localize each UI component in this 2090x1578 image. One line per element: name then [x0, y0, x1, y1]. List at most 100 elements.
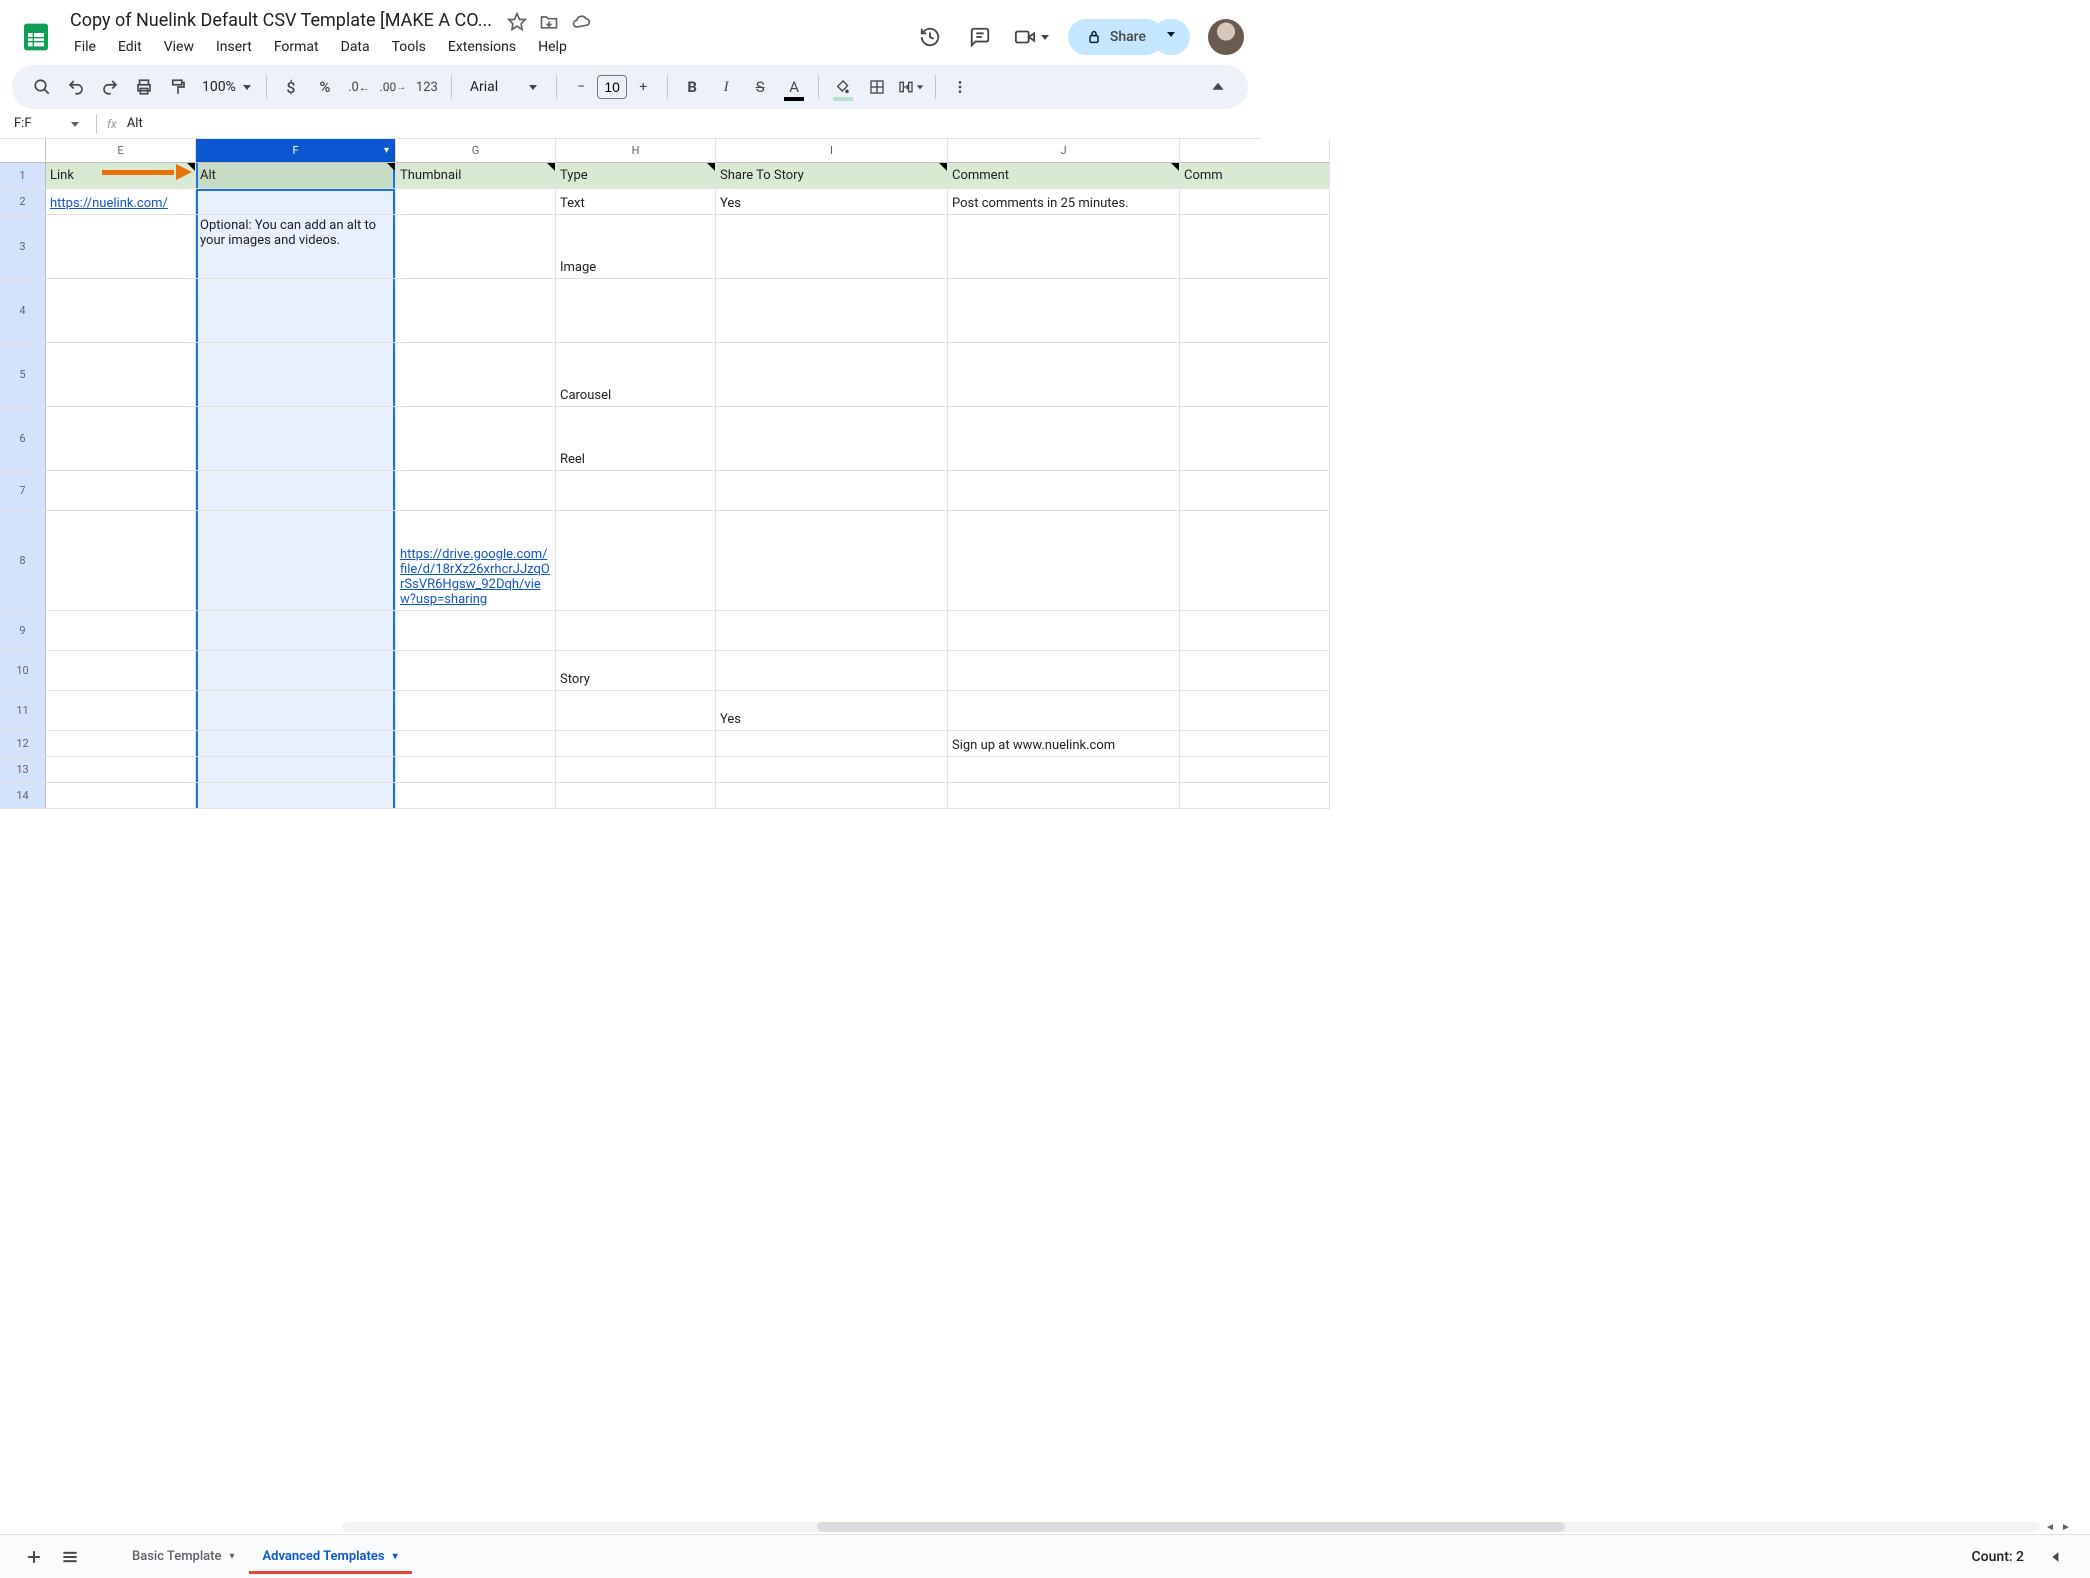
cell[interactable]: [1180, 511, 1330, 611]
column-header-G[interactable]: G: [396, 139, 556, 163]
font-size-input[interactable]: [597, 75, 627, 99]
row-header[interactable]: 2: [0, 189, 46, 215]
cell[interactable]: [948, 611, 1180, 651]
cell[interactable]: Post comments in 25 minutes.: [948, 189, 1180, 215]
row-header[interactable]: 1: [0, 163, 46, 189]
row-header[interactable]: 12: [0, 731, 46, 757]
decrease-decimal-icon[interactable]: .0←: [343, 71, 375, 103]
history-icon[interactable]: [914, 21, 946, 53]
doc-title[interactable]: Copy of Nuelink Default CSV Template [MA…: [64, 8, 498, 33]
paint-format-icon[interactable]: [162, 71, 194, 103]
menu-edit[interactable]: Edit: [108, 35, 152, 59]
cell[interactable]: [396, 731, 556, 757]
cell[interactable]: [196, 691, 396, 731]
account-avatar[interactable]: [1208, 19, 1244, 55]
column-header-partial[interactable]: [1180, 139, 1330, 163]
cell[interactable]: [948, 511, 1180, 611]
cell[interactable]: [396, 189, 556, 215]
column-header-F[interactable]: F▾: [196, 139, 396, 163]
column-header-E[interactable]: E: [46, 139, 196, 163]
decrease-font-icon[interactable]: −: [565, 71, 597, 103]
cell[interactable]: [1180, 651, 1330, 691]
cell[interactable]: Story: [556, 651, 716, 691]
cell[interactable]: https://nuelink.com/: [46, 189, 196, 215]
explore-collapse-icon[interactable]: [2038, 1539, 2074, 1575]
text-color-icon[interactable]: A: [778, 71, 810, 103]
cell[interactable]: Optional: You can add an alt to your ima…: [196, 215, 396, 279]
cell[interactable]: Comm: [1180, 163, 1330, 189]
cell[interactable]: [556, 691, 716, 731]
cell[interactable]: [46, 651, 196, 691]
print-icon[interactable]: [128, 71, 160, 103]
row-header[interactable]: 5: [0, 343, 46, 407]
cell[interactable]: [948, 757, 1180, 783]
search-icon[interactable]: [26, 71, 58, 103]
row-header[interactable]: 14: [0, 783, 46, 809]
select-all-corner[interactable]: [0, 139, 46, 163]
cell[interactable]: Image: [556, 215, 716, 279]
cell[interactable]: [948, 279, 1180, 343]
cell[interactable]: [46, 757, 196, 783]
more-icon[interactable]: [944, 71, 976, 103]
cell[interactable]: [1180, 783, 1330, 809]
cell[interactable]: [1180, 215, 1330, 279]
cell[interactable]: Yes: [716, 189, 948, 215]
cell[interactable]: [556, 511, 716, 611]
cell[interactable]: Comment: [948, 163, 1180, 189]
cell[interactable]: [948, 215, 1180, 279]
cell[interactable]: [948, 471, 1180, 511]
menu-data[interactable]: Data: [331, 35, 380, 59]
row-header[interactable]: 4: [0, 279, 46, 343]
row-header[interactable]: 9: [0, 611, 46, 651]
cell[interactable]: Link: [46, 163, 196, 189]
add-sheet-icon[interactable]: [16, 1539, 52, 1575]
row-header[interactable]: 8: [0, 511, 46, 611]
cell[interactable]: [948, 343, 1180, 407]
cell[interactable]: https://drive.google.com/file/d/18rXz26x…: [396, 511, 556, 611]
cell[interactable]: [46, 343, 196, 407]
column-header-I[interactable]: I: [716, 139, 948, 163]
meet-icon[interactable]: [1014, 26, 1050, 48]
cell[interactable]: [196, 279, 396, 343]
cell[interactable]: [1180, 471, 1330, 511]
cell[interactable]: Text: [556, 189, 716, 215]
name-box[interactable]: F:F: [8, 116, 86, 131]
cell[interactable]: [948, 691, 1180, 731]
cell[interactable]: [396, 691, 556, 731]
cell[interactable]: [556, 471, 716, 511]
cell[interactable]: [716, 343, 948, 407]
cell[interactable]: [716, 783, 948, 809]
scroll-right-icon[interactable]: ►: [2058, 1519, 2074, 1535]
row-header[interactable]: 7: [0, 471, 46, 511]
cell[interactable]: [1180, 691, 1330, 731]
menu-tools[interactable]: Tools: [382, 35, 436, 59]
cell[interactable]: Reel: [556, 407, 716, 471]
cell[interactable]: [196, 757, 396, 783]
format-123-icon[interactable]: 123: [411, 71, 443, 103]
percent-icon[interactable]: %: [309, 71, 341, 103]
cell[interactable]: [1180, 611, 1330, 651]
cell[interactable]: [196, 611, 396, 651]
cloud-icon[interactable]: [571, 12, 591, 32]
cell[interactable]: [716, 731, 948, 757]
menu-view[interactable]: View: [154, 35, 204, 59]
row-header[interactable]: 6: [0, 407, 46, 471]
cell[interactable]: [196, 471, 396, 511]
cell[interactable]: [1180, 279, 1330, 343]
cell[interactable]: [396, 407, 556, 471]
cell[interactable]: Share To Story: [716, 163, 948, 189]
cell[interactable]: [46, 407, 196, 471]
cell[interactable]: [1180, 189, 1330, 215]
zoom-select[interactable]: 100%: [196, 79, 258, 95]
cell[interactable]: [46, 691, 196, 731]
cell[interactable]: [396, 343, 556, 407]
cell[interactable]: [1180, 731, 1330, 757]
share-button[interactable]: Share: [1068, 19, 1164, 55]
cell[interactable]: Sign up at www.nuelink.com: [948, 731, 1180, 757]
cell[interactable]: [396, 471, 556, 511]
italic-icon[interactable]: I: [710, 71, 742, 103]
cell[interactable]: [46, 471, 196, 511]
menu-help[interactable]: Help: [528, 35, 577, 59]
menu-extensions[interactable]: Extensions: [438, 35, 526, 59]
cell[interactable]: [196, 511, 396, 611]
